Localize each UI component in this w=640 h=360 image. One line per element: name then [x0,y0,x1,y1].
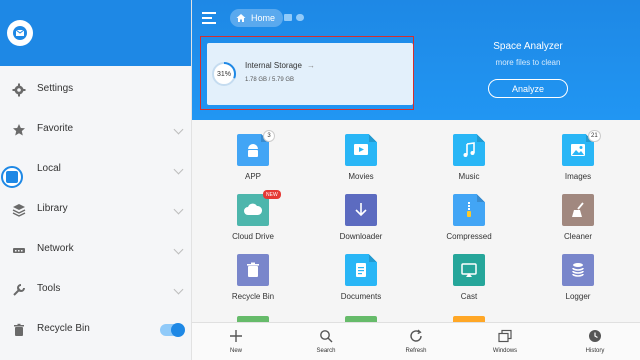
space-analyzer-subtitle: more files to clean [495,58,561,67]
sidebar-item-recycle-bin[interactable]: Recycle Bin [0,315,192,345]
storage-title: Internal Storage [245,61,302,70]
windows-icon [498,329,512,343]
nav-label: Refresh [405,348,427,354]
sidebar-item-label: Tools [37,283,61,294]
broom-icon [562,194,594,226]
sidebar-item-settings[interactable]: Settings [0,75,192,105]
category-grid: 3 APP Movies Music 21 Images NEW Cloud D… [192,120,640,322]
grid-item-recycle-bin[interactable]: Recycle Bin [213,240,293,301]
grid-item-images[interactable]: 21 Images [538,120,618,181]
nav-windows[interactable]: Windows [475,323,535,360]
new-badge: NEW [263,190,281,199]
grid-item-movies[interactable]: Movies [321,120,401,181]
layers-icon [12,204,26,217]
trash-icon [237,254,269,286]
clock-icon [589,330,601,342]
zip-icon [453,194,485,226]
cloud-icon [237,194,269,226]
grid-item-label: Documents [340,292,382,301]
storage-card-body: 31% Internal Storage → 1.78 GB / 5.79 GB [207,43,413,105]
grid-item-compressed[interactable]: Compressed [429,180,509,241]
home-icon [236,14,246,22]
grid-item-cast[interactable]: Cast [429,240,509,301]
sidebar-item-label: Recycle Bin [37,323,90,334]
download-icon [345,194,377,226]
internal-storage-card[interactable]: 31% Internal Storage → 1.78 GB / 5.79 GB [200,36,414,110]
stack-icon [562,254,594,286]
cloud-icon [296,14,304,21]
chevron-down-icon[interactable] [173,124,184,135]
count-badge: 21 [588,130,601,142]
sidebar: Settings Favorite Local Library Network … [0,0,192,360]
chevron-down-icon[interactable] [173,204,184,215]
sidebar-item-library[interactable]: Library [0,195,192,225]
sidebar-item-favorite[interactable]: Favorite [0,115,192,145]
grid-item-label: Cast [460,292,478,301]
grid-item-downloader[interactable]: Downloader [321,180,401,241]
nav-label: New [229,348,242,354]
chevron-down-icon[interactable] [173,164,184,175]
nav-new[interactable]: New [206,323,266,360]
recycle-bin-toggle[interactable] [160,323,185,337]
storage-percent: 31% [216,70,231,78]
gear-icon [12,83,26,97]
phone-icon [1,166,23,188]
menu-icon[interactable] [202,12,216,24]
mail-icon[interactable] [7,20,33,46]
analyze-button[interactable]: Analyze [488,79,568,98]
storage-size: 1.78 GB / 5.79 GB [245,77,295,83]
bottom-nav: New Search Refresh Windows History [192,322,640,360]
count-badge: 3 [263,130,275,142]
sidebar-item-label: Library [37,203,68,214]
chat-icon [284,14,292,21]
sidebar-item-label: Settings [37,83,74,94]
document-icon [345,254,377,286]
play-icon [345,134,377,166]
sidebar-item-label: Local [37,163,61,174]
grid-item-music[interactable]: Music [429,120,509,181]
nav-history[interactable]: History [565,323,625,360]
arrow-right-icon: → [307,61,315,70]
nav-label: History [585,348,605,354]
sidebar-item-label: Favorite [37,123,74,134]
sidebar-item-network[interactable]: Network [0,235,192,265]
grid-item-label: Recycle Bin [231,292,275,301]
trash-icon [14,323,24,336]
cast-icon [453,254,485,286]
nav-label: Windows [492,348,518,354]
space-analyzer-title: Space Analyzer [493,41,563,52]
plus-icon [230,330,242,342]
grid-item-documents[interactable]: Documents [321,240,401,301]
nav-search[interactable]: Search [296,323,356,360]
nav-refresh[interactable]: Refresh [386,323,446,360]
grid-item-logger[interactable]: Logger [538,240,618,301]
grid-item-cleaner[interactable]: Cleaner [538,180,618,241]
sidebar-item-tools[interactable]: Tools [0,275,192,305]
nav-label: Search [316,348,336,354]
grid-item-cloud-drive[interactable]: NEW Cloud Drive [213,180,293,241]
breadcrumb-home[interactable]: Home [230,9,284,27]
refresh-icon [410,329,422,342]
breadcrumb-home-label: Home [251,13,276,23]
search-icon [320,330,333,343]
music-note-icon [453,134,485,166]
grid-item-app[interactable]: 3 APP [213,120,293,181]
network-icon [13,248,25,253]
chevron-down-icon[interactable] [173,244,184,255]
chevron-down-icon[interactable] [173,284,184,295]
star-icon [13,124,25,136]
sidebar-item-label: Network [37,243,74,254]
grid-item-label: Logger [565,292,591,301]
sidebar-item-local[interactable]: Local [0,155,192,185]
sidebar-header [0,0,191,66]
wrench-icon [13,284,25,296]
